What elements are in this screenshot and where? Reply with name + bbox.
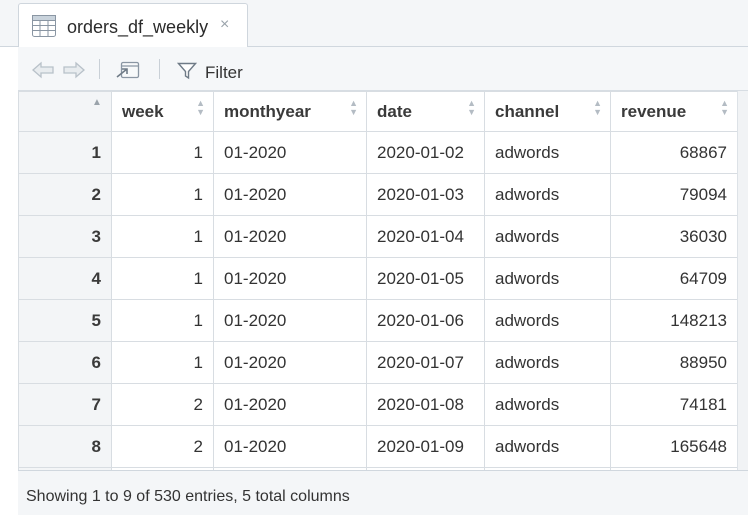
cell-week: 2 xyxy=(111,425,214,468)
cell-date: 2020-01-05 xyxy=(366,257,485,300)
funnel-icon[interactable] xyxy=(176,62,198,85)
table-row[interactable]: 6 1 01-2020 2020-01-07 adwords 88950 xyxy=(18,341,737,384)
cell-channel: adwords xyxy=(484,383,611,426)
row-number: 5 xyxy=(18,299,112,342)
cell-monthyear: 01-2020 xyxy=(213,299,367,342)
column-header-channel[interactable]: channel ▲ ▼ xyxy=(484,91,611,132)
column-header-label: week xyxy=(122,101,164,121)
cell-date: 2020-01-03 xyxy=(366,173,485,216)
cell-monthyear: 01-2020 xyxy=(213,383,367,426)
data-table: ▲ week ▲ ▼ monthyear ▲ ▼ date ▲ ▼ channel ▲… xyxy=(18,91,737,470)
cell-week: 1 xyxy=(111,257,214,300)
tab-strip: orders_df_weekly × xyxy=(0,0,748,47)
cell-revenue: 36030 xyxy=(610,215,737,258)
row-number: 2 xyxy=(18,173,112,216)
sort-icon: ▲ ▼ xyxy=(196,98,205,117)
cell-revenue: 68867 xyxy=(610,131,737,174)
column-header-label: revenue xyxy=(621,101,687,121)
forward-arrow-icon[interactable] xyxy=(62,61,86,84)
entries-summary: Showing 1 to 9 of 530 entries, 5 total c… xyxy=(26,488,350,505)
sort-asc-icon: ▲ xyxy=(92,97,102,108)
cell-week: 2 xyxy=(111,383,214,426)
column-header-date[interactable]: date ▲ ▼ xyxy=(366,91,485,132)
column-header-label: date xyxy=(377,101,412,121)
rownum-header[interactable]: ▲ xyxy=(18,91,112,132)
back-arrow-icon[interactable] xyxy=(31,61,55,84)
table-header-row: ▲ week ▲ ▼ monthyear ▲ ▼ date ▲ ▼ channel ▲… xyxy=(18,91,737,132)
table-row[interactable]: 8 2 01-2020 2020-01-09 adwords 165648 xyxy=(18,425,737,468)
cell-week: 1 xyxy=(111,215,214,258)
toolbar-separator xyxy=(99,59,100,79)
vertical-scrollbar[interactable] xyxy=(737,91,748,470)
cell-date: 2020-01-09 xyxy=(366,425,485,468)
toolbar: Filter xyxy=(18,47,748,91)
cell-date: 2020-01-08 xyxy=(366,383,485,426)
cell-channel: adwords xyxy=(484,425,611,468)
cell-revenue: 148213 xyxy=(610,299,737,342)
table-row[interactable]: 1 1 01-2020 2020-01-02 adwords 68867 xyxy=(18,131,737,174)
cell-monthyear: 01-2020 xyxy=(213,425,367,468)
row-number: 7 xyxy=(18,383,112,426)
cell-week: 1 xyxy=(111,299,214,342)
table-row[interactable]: 4 1 01-2020 2020-01-05 adwords 64709 xyxy=(18,257,737,300)
row-number: 6 xyxy=(18,341,112,384)
table-row[interactable]: 2 1 01-2020 2020-01-03 adwords 79094 xyxy=(18,173,737,216)
row-number: 1 xyxy=(18,131,112,174)
sort-icon: ▲ ▼ xyxy=(593,98,602,117)
column-header-week[interactable]: week ▲ ▼ xyxy=(111,91,214,132)
row-number: 4 xyxy=(18,257,112,300)
cell-revenue: 165648 xyxy=(610,425,737,468)
row-number: 8 xyxy=(18,425,112,468)
status-bar: Showing 1 to 9 of 530 entries, 5 total c… xyxy=(18,470,748,515)
sort-icon: ▲ ▼ xyxy=(720,98,729,117)
cell-channel: adwords xyxy=(484,299,611,342)
tab-orders-df-weekly[interactable]: orders_df_weekly × xyxy=(18,3,248,47)
cell-date: 2020-01-04 xyxy=(366,215,485,258)
table-row[interactable]: 7 2 01-2020 2020-01-08 adwords 74181 xyxy=(18,383,737,426)
cell-week: 1 xyxy=(111,341,214,384)
table-row[interactable]: 5 1 01-2020 2020-01-06 adwords 148213 xyxy=(18,299,737,342)
cell-channel: adwords xyxy=(484,341,611,384)
cell-revenue: 64709 xyxy=(610,257,737,300)
sort-icon: ▲ ▼ xyxy=(467,98,476,117)
cell-monthyear: 01-2020 xyxy=(213,257,367,300)
cell-week: 1 xyxy=(111,131,214,174)
cell-channel: adwords xyxy=(484,215,611,258)
tab-title: orders_df_weekly xyxy=(67,17,209,37)
row-number: 3 xyxy=(18,215,112,258)
table-row[interactable]: 3 1 01-2020 2020-01-04 adwords 36030 xyxy=(18,215,737,258)
column-header-monthyear[interactable]: monthyear ▲ ▼ xyxy=(213,91,367,132)
sort-icon: ▲ ▼ xyxy=(349,98,358,117)
cell-revenue: 79094 xyxy=(610,173,737,216)
toolbar-separator xyxy=(159,59,160,79)
close-icon[interactable]: × xyxy=(220,16,229,34)
column-header-label: monthyear xyxy=(224,101,311,121)
filter-button[interactable]: Filter xyxy=(205,63,243,83)
cell-monthyear: 01-2020 xyxy=(213,341,367,384)
cell-date: 2020-01-07 xyxy=(366,341,485,384)
column-header-label: channel xyxy=(495,101,560,121)
table-grid-icon xyxy=(32,15,56,42)
cell-monthyear: 01-2020 xyxy=(213,215,367,258)
cell-channel: adwords xyxy=(484,173,611,216)
popout-window-icon[interactable] xyxy=(115,60,141,85)
cell-date: 2020-01-02 xyxy=(366,131,485,174)
column-header-revenue[interactable]: revenue ▲ ▼ xyxy=(610,91,737,132)
cell-week: 1 xyxy=(111,173,214,216)
cell-revenue: 74181 xyxy=(610,383,737,426)
cell-date: 2020-01-06 xyxy=(366,299,485,342)
cell-channel: adwords xyxy=(484,131,611,174)
cell-monthyear: 01-2020 xyxy=(213,173,367,216)
cell-revenue: 88950 xyxy=(610,341,737,384)
cell-channel: adwords xyxy=(484,257,611,300)
cell-monthyear: 01-2020 xyxy=(213,131,367,174)
